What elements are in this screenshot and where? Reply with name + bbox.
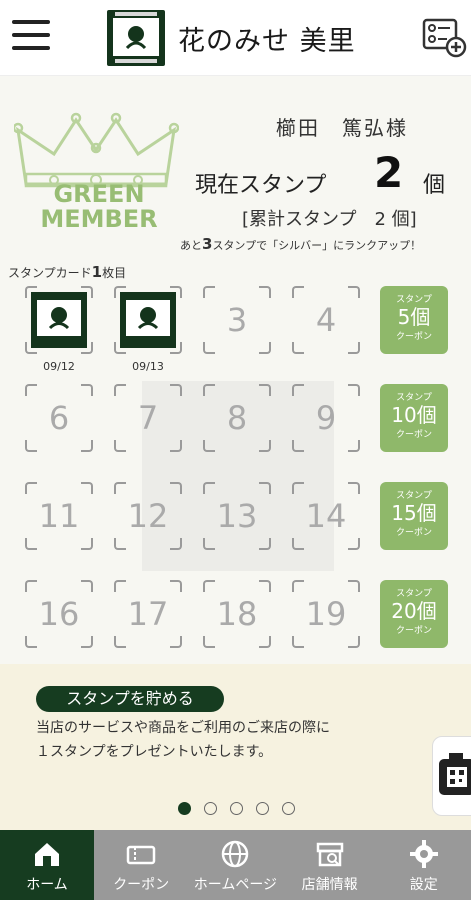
page-dot[interactable] bbox=[178, 802, 191, 815]
stamp-slot-number: 13 bbox=[216, 497, 258, 535]
stamp-grid: 09/12 09/13 3 4 6 7 8 9 11 12 13 14 16 17 18 19 スタンプ 5個 クー… bbox=[0, 286, 471, 666]
stamp-slot-number: 6 bbox=[48, 399, 70, 437]
stamp-slot-number: 7 bbox=[137, 399, 159, 437]
member-rank-badge: GREEN MEMBER bbox=[30, 182, 168, 232]
camera-qr-icon[interactable] bbox=[432, 736, 471, 816]
coupon-mid-text: 20個 bbox=[391, 599, 437, 623]
current-stamp-label: 現在スタンプ bbox=[195, 173, 327, 198]
tab-coupon[interactable]: クーポン bbox=[94, 830, 188, 900]
user-name: 櫛田 篤弘様 bbox=[276, 116, 408, 140]
coupon-bot-text: クーポン bbox=[395, 528, 432, 538]
stamp-slot: 4 bbox=[292, 286, 360, 354]
coupon-top-text: スタンプ bbox=[396, 295, 432, 305]
info-line1: 当店のサービスや商品をご利用のご来店の際に bbox=[36, 720, 330, 736]
stamp-slot: 17 bbox=[114, 580, 182, 648]
current-stamp-unit: 個 bbox=[423, 173, 446, 198]
stamp-slot: 13 bbox=[203, 482, 271, 550]
tab-globe[interactable]: ホームページ bbox=[188, 830, 282, 900]
stamp-coupon-button[interactable]: スタンプ 10個クーポン bbox=[380, 384, 448, 452]
info-description: 当店のサービスや商品をご利用のご来店の際に １スタンプをプレゼントいたします。 bbox=[36, 716, 396, 764]
total-stamp-text: [累計スタンプ 2 個] bbox=[242, 209, 417, 230]
stamp-slot-number: 8 bbox=[226, 399, 248, 437]
rankup-prefix: あと bbox=[180, 239, 202, 252]
rank-line2: MEMBER bbox=[40, 205, 158, 233]
stamp-slot: 8 bbox=[203, 384, 271, 452]
coupon-bot-text: クーポン bbox=[395, 332, 432, 342]
page-dot[interactable] bbox=[256, 802, 269, 815]
stamp-slot-number: 19 bbox=[305, 595, 347, 633]
coupon-mid-text: 15個 bbox=[391, 501, 437, 525]
coupon-top-text: スタンプ bbox=[396, 589, 432, 599]
stamp-slot-number: 12 bbox=[127, 497, 169, 535]
info-title: スタンプを貯める bbox=[36, 686, 224, 712]
stamp-coupon-button[interactable]: スタンプ 5個クーポン bbox=[380, 286, 448, 354]
stamp-date: 09/13 bbox=[132, 360, 164, 373]
stamp-slot-number: 11 bbox=[38, 497, 80, 535]
tab-label: ホームページ bbox=[193, 877, 278, 893]
stamp-slot-number: 3 bbox=[226, 301, 248, 339]
tab-label: ホーム bbox=[26, 877, 68, 893]
bottom-tab-bar: ホーム クーポン ホームページ 店舗情報 設定 bbox=[0, 830, 471, 900]
app-header: 花のみせ 美里 bbox=[0, 0, 471, 76]
card-label-suffix: 枚目 bbox=[102, 266, 127, 280]
stamp-date: 09/12 bbox=[43, 360, 75, 373]
stamp-slot-number: 16 bbox=[38, 595, 80, 633]
coupon-bot-text: クーポン bbox=[395, 430, 432, 440]
stamp-mark-logo bbox=[120, 292, 176, 348]
member-card-add-icon[interactable] bbox=[421, 16, 467, 58]
stamp-slot: 11 bbox=[25, 482, 93, 550]
rankup-message: あと3スタンプで「シルバー」にランクアップ！ bbox=[180, 235, 421, 253]
tab-gear[interactable]: 設定 bbox=[377, 830, 471, 900]
stamp-info-panel: スタンプを貯める 当店のサービスや商品をご利用のご来店の際に １スタンプをプレゼ… bbox=[0, 664, 471, 830]
coupon-mid-text: 5個 bbox=[397, 305, 431, 329]
coupon-mid-text: 10個 bbox=[391, 403, 437, 427]
page-dot[interactable] bbox=[230, 802, 243, 815]
stamp-slot: 6 bbox=[25, 384, 93, 452]
stamp-card-label: スタンプカード1枚目 bbox=[8, 263, 126, 281]
tab-label: 設定 bbox=[409, 877, 438, 893]
shop-logo bbox=[107, 10, 165, 66]
coupon-top-text: スタンプ bbox=[396, 491, 432, 501]
stamp-slot: 09/12 bbox=[25, 286, 93, 373]
stamp-slot-number: 4 bbox=[315, 301, 337, 339]
rank-line1: GREEN bbox=[53, 180, 145, 208]
page-dot[interactable] bbox=[282, 802, 295, 815]
stamp-slot-number: 9 bbox=[315, 399, 337, 437]
card-label-number: 1 bbox=[91, 263, 103, 281]
stamp-slot: 12 bbox=[114, 482, 182, 550]
stamp-slot: 14 bbox=[292, 482, 360, 550]
shop-name: 花のみせ 美里 bbox=[178, 26, 356, 57]
stamp-mark-logo bbox=[31, 292, 87, 348]
stamp-slot: 18 bbox=[203, 580, 271, 648]
member-status-panel: GREEN MEMBER 櫛田 篤弘様 現在スタンプ 2 個 [累計スタンプ 2… bbox=[0, 76, 471, 664]
page-indicator bbox=[178, 802, 298, 816]
tab-label: 店舗情報 bbox=[301, 877, 358, 893]
stamp-slot: 3 bbox=[203, 286, 271, 354]
info-line2: １スタンプをプレゼントいたします。 bbox=[36, 744, 273, 760]
hamburger-menu-icon[interactable] bbox=[12, 18, 52, 54]
stamp-slot: 19 bbox=[292, 580, 360, 648]
rankup-suffix: スタンプで「シルバー」にランクアップ！ bbox=[212, 239, 422, 252]
rankup-number: 3 bbox=[202, 235, 213, 253]
stamp-slot: 9 bbox=[292, 384, 360, 452]
stamp-slot: 16 bbox=[25, 580, 93, 648]
tab-store[interactable]: 店舗情報 bbox=[283, 830, 377, 900]
stamp-slot: 09/13 bbox=[114, 286, 182, 373]
stamp-slot-number: 17 bbox=[127, 595, 169, 633]
page-dot[interactable] bbox=[204, 802, 217, 815]
stamp-coupon-button[interactable]: スタンプ 15個クーポン bbox=[380, 482, 448, 550]
card-label-prefix: スタンプカード bbox=[8, 266, 92, 280]
stamp-slot: 7 bbox=[114, 384, 182, 452]
stamp-slot-number: 18 bbox=[216, 595, 258, 633]
coupon-top-text: スタンプ bbox=[396, 393, 432, 403]
stamp-slot-number: 14 bbox=[305, 497, 347, 535]
tab-label: クーポン bbox=[113, 877, 170, 893]
stamp-coupon-button[interactable]: スタンプ 20個クーポン bbox=[380, 580, 448, 648]
coupon-bot-text: クーポン bbox=[395, 626, 432, 636]
current-stamp-count: 2 bbox=[374, 148, 404, 197]
tab-home[interactable]: ホーム bbox=[0, 830, 94, 900]
